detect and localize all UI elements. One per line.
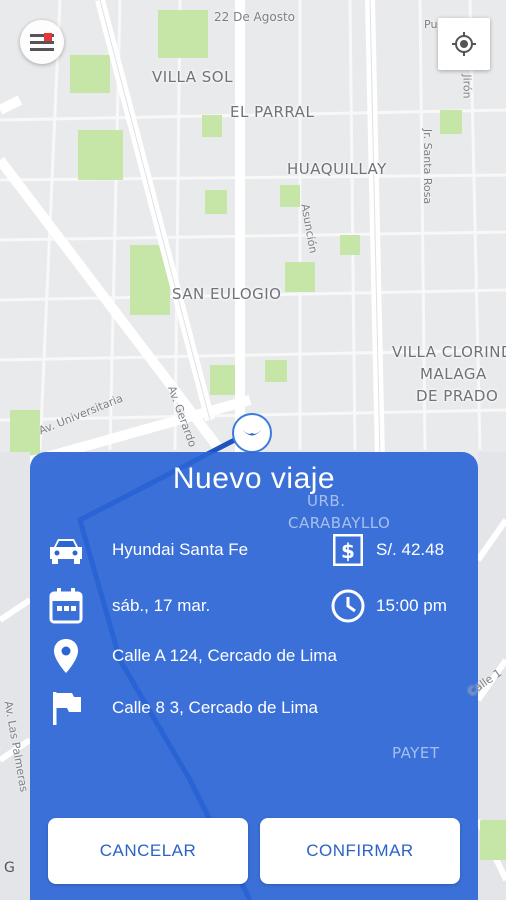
- destination-row: Calle 8 3, Cercado de Lima: [46, 688, 318, 728]
- location-pin-icon: [46, 636, 86, 676]
- map-label-villa-clorinda: VILLA CLORINDA: [392, 343, 506, 361]
- street-jiron: Jirón: [460, 74, 474, 99]
- price-icon: $: [328, 530, 368, 570]
- date-label: sáb., 17 mar.: [112, 596, 211, 615]
- clock-icon: [328, 586, 368, 626]
- map-label-malaga: MALAGA: [420, 365, 487, 383]
- origin-label: Calle A 124, Cercado de Lima: [112, 646, 337, 665]
- street-22-de-agosto: 22 De Agosto: [214, 10, 295, 24]
- google-logo: G: [4, 860, 15, 876]
- time-label: 15:00 pm: [376, 596, 447, 615]
- new-trip-card: Nuevo viaje Hyundai Santa Fe $ S/. 42.48: [30, 452, 478, 900]
- origin-row: Calle A 124, Cercado de Lima: [46, 636, 337, 676]
- my-location-icon: [452, 32, 476, 56]
- svg-text:$: $: [341, 539, 355, 563]
- map-label-urb: URB.: [307, 492, 346, 510]
- destination-label: Calle 8 3, Cercado de Lima: [112, 698, 319, 717]
- street-jr-santa-rosa: Jr. Santa Rosa: [421, 128, 435, 205]
- map-pin-icon: [232, 413, 272, 453]
- vehicle-row: Hyundai Santa Fe: [46, 530, 248, 570]
- time-row: 15:00 pm: [328, 586, 447, 626]
- cancel-button[interactable]: CANCELAR: [48, 818, 248, 884]
- map-label-de-prado: DE PRADO: [416, 387, 499, 405]
- map-label-villa-sol: VILLA SOL: [152, 68, 233, 86]
- map-label-san-eulogio: SAN EULOGIO: [172, 285, 282, 303]
- price-label: S/. 42.48: [376, 540, 445, 559]
- date-row: sáb., 17 mar.: [46, 586, 210, 626]
- car-icon: [46, 530, 86, 570]
- flag-icon: [46, 688, 86, 728]
- menu-icon: [30, 33, 54, 51]
- confirm-button[interactable]: CONFIRMAR: [260, 818, 460, 884]
- vehicle-label: Hyundai Santa Fe: [112, 540, 249, 559]
- map-label-el-parral: EL PARRAL: [230, 103, 315, 121]
- map-label-huaquillay: HUAQUILLAY: [287, 160, 387, 178]
- map-label-carabayllo: CARABAYLLO: [288, 514, 391, 532]
- calendar-icon: [46, 586, 86, 626]
- my-location-button[interactable]: [438, 18, 490, 70]
- price-row: $ S/. 42.48: [328, 530, 444, 570]
- card-title: Nuevo viaje: [172, 462, 336, 495]
- map-label-payet: PAYET: [392, 744, 440, 762]
- menu-button[interactable]: [20, 20, 64, 64]
